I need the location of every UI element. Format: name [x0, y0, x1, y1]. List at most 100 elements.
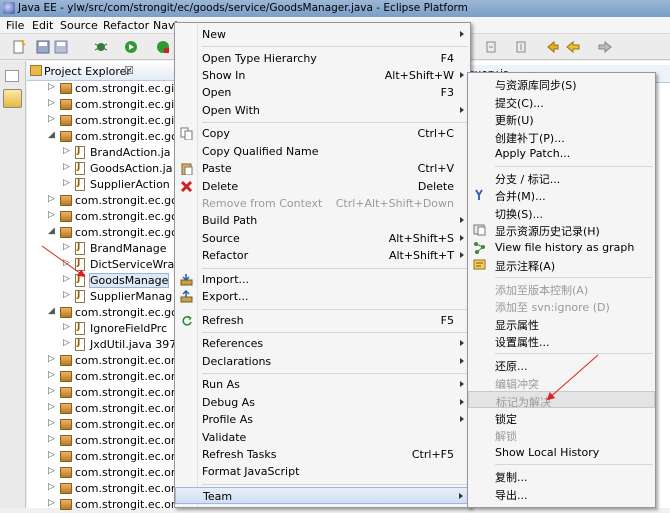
tree-file-row[interactable]: ▷ BrandAction.ja: [27, 145, 175, 161]
menu-item-team-6[interactable]: 分支 / 标记...: [468, 169, 655, 186]
tree-package-row[interactable]: ▷ com.strongit.ec.or: [27, 417, 175, 433]
menu-refactor[interactable]: Refactor: [103, 19, 149, 32]
tree-package-row[interactable]: ◢ com.strongit.ec.gc: [27, 129, 177, 145]
expand-arrow-icon[interactable]: ▷: [48, 402, 55, 412]
menu-item-team-26[interactable]: 导出...: [468, 485, 655, 502]
expand-arrow-icon[interactable]: ▷: [63, 274, 70, 284]
menu-item-team-show-local-history[interactable]: Show Local History: [468, 444, 655, 461]
tree-package-row[interactable]: ▷ com.strongit.ec.or: [27, 465, 175, 481]
expand-arrow-icon[interactable]: ▷: [48, 210, 55, 220]
debug-icon[interactable]: [94, 40, 108, 54]
external-tools-icon[interactable]: [156, 40, 170, 54]
run-icon[interactable]: [124, 40, 138, 54]
menu-item-ctx-format-javascript[interactable]: Format JavaScript: [175, 463, 470, 480]
expand-arrow-icon[interactable]: ▷: [48, 386, 55, 396]
menu-item-ctx-open-type-hierarchy[interactable]: Open Type Hierarchy F4: [175, 50, 470, 67]
menu-item-ctx-refresh[interactable]: Refresh F5: [175, 312, 470, 329]
menu-item-team-18[interactable]: 还原...: [468, 356, 655, 373]
forward-icon[interactable]: [598, 40, 612, 54]
tree-package-row[interactable]: ▷ com.strongit.ec.gc: [27, 209, 177, 225]
menu-item-ctx-open[interactable]: Open F3: [175, 84, 470, 101]
menu-item-team-p[interactable]: 创建补丁(P)...: [468, 128, 655, 145]
package-explorer-button[interactable]: [3, 89, 22, 108]
menu-item-ctx-team[interactable]: Team: [175, 487, 470, 504]
menu-item-ctx-export[interactable]: Export...: [175, 288, 470, 305]
menu-item-ctx-source[interactable]: Source Alt+Shift+S: [175, 230, 470, 247]
expand-arrow-icon[interactable]: ▷: [63, 338, 70, 348]
menu-item-ctx-references[interactable]: References: [175, 335, 470, 352]
menu-item-ctx-delete[interactable]: Delete Delete: [175, 178, 470, 195]
menu-edit[interactable]: Edit: [32, 19, 53, 32]
new-icon[interactable]: [12, 40, 26, 54]
menu-item-ctx-build-path[interactable]: Build Path: [175, 212, 470, 229]
expand-arrow-icon[interactable]: ▷: [63, 290, 70, 300]
tree-file-row[interactable]: ▷ GoodsAction.ja: [27, 161, 175, 177]
tree-file-row[interactable]: ▷ BrandManage: [27, 241, 175, 257]
back-icon[interactable]: [566, 40, 580, 54]
expand-arrow-icon[interactable]: ▷: [63, 178, 70, 188]
tree-package-row[interactable]: ▷ com.strongit.ec.or: [27, 401, 175, 417]
expand-arrow-icon[interactable]: ▷: [48, 98, 55, 108]
expand-arrow-icon[interactable]: ▷: [48, 434, 55, 444]
tree-file-row[interactable]: ▷ SupplierAction: [27, 177, 175, 193]
menu-item-ctx-profile-as[interactable]: Profile As: [175, 411, 470, 428]
menu-item-team-s[interactable]: 与资源库同步(S): [468, 75, 655, 92]
menu-item-team-h[interactable]: 显示资源历史记录(H): [468, 221, 655, 238]
minimized-view-icon[interactable]: [5, 70, 19, 82]
menu-item-ctx-new[interactable]: New: [175, 26, 470, 43]
menu-item-team-apply-patch[interactable]: Apply Patch...: [468, 145, 655, 162]
menu-item-team-view-file-history-as-graph[interactable]: View file history as graph: [468, 239, 655, 256]
expand-arrow-icon[interactable]: ▷: [48, 114, 55, 124]
expand-arrow-icon[interactable]: ▷: [63, 242, 70, 252]
menu-item-ctx-show-in[interactable]: Show In Alt+Shift+W: [175, 67, 470, 84]
menu-item-team-a[interactable]: 显示注释(A): [468, 256, 655, 273]
tree-package-row[interactable]: ▷ com.strongit.ec.gi: [27, 113, 175, 129]
menu-item-ctx-declarations[interactable]: Declarations: [175, 353, 470, 370]
tree-package-row[interactable]: ▷ com.strongit.ec.or: [27, 497, 175, 513]
tree-package-row[interactable]: ▷ com.strongit.ec.or: [27, 385, 175, 401]
tree-file-row[interactable]: ▷ GoodsManage: [27, 273, 175, 289]
prev-annotation-icon[interactable]: [514, 40, 528, 54]
expand-arrow-icon[interactable]: ▷: [48, 466, 55, 476]
tree-file-row[interactable]: ▷ DictServiceWra: [27, 257, 175, 273]
menu-item-ctx-copy[interactable]: Copy Ctrl+C: [175, 125, 470, 142]
menu-item-ctx-paste[interactable]: Paste Ctrl+V: [175, 160, 470, 177]
save-all-icon[interactable]: [54, 40, 68, 54]
menu-item-ctx-import[interactable]: Import...: [175, 271, 470, 288]
tree-package-row[interactable]: ▷ com.strongit.ec.or: [27, 481, 175, 497]
save-icon[interactable]: [36, 40, 50, 54]
project-explorer-tab[interactable]: Project Explorer ☒: [27, 61, 175, 81]
tree-package-row[interactable]: ▷ com.strongit.ec.gc: [27, 193, 177, 209]
tree-package-row[interactable]: ◢ com.strongit.ec.gc: [27, 305, 177, 321]
tree-file-row[interactable]: ▷ JxdUtil.java 397: [27, 337, 176, 353]
menu-item-ctx-refactor[interactable]: Refactor Alt+Shift+T: [175, 247, 470, 264]
expand-arrow-icon[interactable]: ▷: [48, 450, 55, 460]
expand-arrow-icon[interactable]: ▷: [48, 194, 55, 204]
expand-arrow-icon[interactable]: ▷: [63, 258, 70, 268]
menu-item-ctx-open-with[interactable]: Open With: [175, 102, 470, 119]
menu-source[interactable]: Source: [60, 19, 98, 32]
tree-file-row[interactable]: ▷ SupplierManag: [27, 289, 175, 305]
menu-item-ctx-validate[interactable]: Validate: [175, 429, 470, 446]
menu-item-ctx-debug-as[interactable]: Debug As: [175, 394, 470, 411]
tree-package-row[interactable]: ◢ com.strongit.ec.gc: [27, 225, 177, 241]
expand-arrow-icon[interactable]: ▷: [48, 354, 55, 364]
menu-item-team-c[interactable]: 提交(C)...: [468, 93, 655, 110]
menu-item-ctx-copy-qualified-name[interactable]: Copy Qualified Name: [175, 143, 470, 160]
menu-item-team-21[interactable]: 锁定: [468, 409, 655, 426]
last-edit-icon[interactable]: [546, 40, 560, 54]
menu-item-team-25[interactable]: 复制...: [468, 467, 655, 484]
tree-package-row[interactable]: ▷ com.strongit.ec.or: [27, 369, 175, 385]
expand-arrow-icon[interactable]: ▷: [48, 82, 55, 92]
expand-arrow-icon[interactable]: ▷: [48, 498, 55, 508]
menu-item-team-15[interactable]: 显示属性: [468, 315, 655, 332]
expand-arrow-icon[interactable]: ▷: [48, 370, 55, 380]
collapse-arrow-icon[interactable]: ◢: [48, 306, 55, 316]
menu-item-team-16[interactable]: 设置属性...: [468, 332, 655, 349]
tree-package-row[interactable]: ▷ com.strongit.ec.or: [27, 433, 175, 449]
tree-package-row[interactable]: ▷ com.strongit.ec.gi: [27, 81, 175, 97]
menu-file[interactable]: File: [6, 19, 24, 32]
menu-item-team-s[interactable]: 切换(S)...: [468, 204, 655, 221]
collapse-arrow-icon[interactable]: ◢: [48, 130, 55, 140]
expand-arrow-icon[interactable]: ▷: [63, 146, 70, 156]
